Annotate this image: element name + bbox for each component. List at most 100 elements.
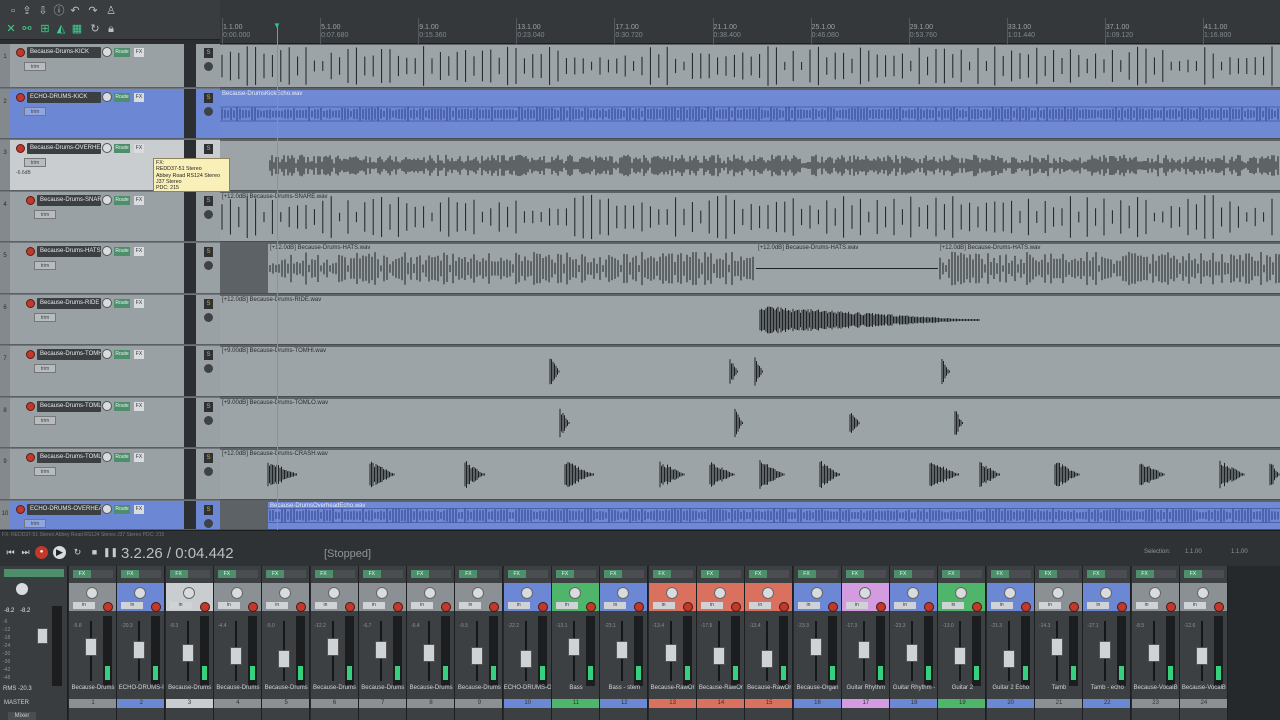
volume-fader[interactable] [229,647,242,665]
envelope-mode-button[interactable]: trim [34,416,56,425]
record-arm-button[interactable] [1020,602,1031,612]
envelope-mode-button[interactable]: trim [34,364,56,373]
record-button[interactable]: ● [35,546,48,559]
strip-name[interactable]: Because-RawOr [649,683,696,693]
strip-fx-slot[interactable]: FX [1135,570,1176,578]
input-button[interactable]: in [942,602,965,609]
save-project-icon[interactable]: ⇩ [36,5,50,18]
pan-knob[interactable] [810,587,823,599]
pan-knob[interactable] [327,587,340,599]
route-button[interactable]: Route [114,350,130,359]
record-arm-button[interactable] [103,602,113,612]
redo-icon[interactable]: ↷ [86,5,100,18]
strip-fx-button[interactable]: FX [459,570,478,578]
volume-knob[interactable] [102,143,112,153]
pan-knob[interactable] [569,587,581,599]
pan-knob[interactable] [713,587,726,599]
strip-fx-button[interactable]: FX [556,570,574,578]
strip-fx-button[interactable]: FX [411,570,430,578]
input-button[interactable]: in [652,602,675,609]
master-fx-button[interactable] [4,569,64,577]
mixer-tab[interactable]: Mixer [8,712,36,720]
pan-knob[interactable] [182,587,195,599]
volume-fader[interactable] [616,641,629,659]
strip-fx-slot[interactable]: FX [1183,570,1224,578]
track-name[interactable]: Because-Drums-KICK [27,47,101,58]
solo-button[interactable]: S [204,144,213,154]
media-item[interactable]: [+12.0dB] Because-Drums-HATS.wav [268,244,756,293]
input-button[interactable]: in [362,602,385,609]
strip-name[interactable]: ECHO-DRUMS-I [117,683,164,693]
lock-icon[interactable]: 🔒︎ [104,23,118,36]
track-name[interactable]: Because-Drums-SNARE [37,195,101,206]
strip-fx-slot[interactable]: FX [507,570,548,578]
track-name[interactable]: Because-Drums-TOMLO [37,401,101,412]
phase-button[interactable] [204,519,213,528]
input-button[interactable]: in [894,602,917,609]
input-button[interactable]: in [700,602,723,609]
strip-fx-slot[interactable]: FX [990,570,1031,578]
media-item[interactable]: [+12.0dB] Because-Drums-SNARE.wav [220,193,1280,241]
record-arm-button[interactable] [16,505,25,514]
solo-button[interactable]: S [204,247,213,257]
strip-name[interactable]: Guitar Rhythm - [890,683,937,693]
strip-fx-button[interactable]: FX [362,570,381,578]
stop-button[interactable]: ■ [88,546,101,559]
volume-fader[interactable] [278,650,291,668]
undo-icon[interactable]: ↶ [68,5,82,18]
grid-snap-icon[interactable]: ⊞ [38,23,52,36]
volume-fader[interactable] [1195,647,1208,665]
go-to-start-icon[interactable]: ⏮ [4,546,17,559]
strip-name[interactable]: Because-Drums [407,683,454,693]
input-button[interactable]: in [1183,602,1206,609]
record-arm-button[interactable] [16,48,25,57]
route-button[interactable]: Route [114,247,130,256]
volume-knob[interactable] [102,195,112,205]
record-arm-button[interactable] [26,299,35,308]
envelope-mode-button[interactable]: trim [34,210,56,219]
pan-knob[interactable] [375,587,388,599]
strip-fx-button[interactable]: FX [845,570,864,578]
track-header[interactable]: 1 Because-Drums-KICK Route FX trim S [0,44,220,88]
fx-button[interactable]: FX [134,196,144,205]
record-arm-button[interactable] [199,602,210,612]
strip-name[interactable]: Because-RawOr [697,683,744,693]
record-arm-button[interactable] [1069,602,1079,612]
track-header[interactable]: 5 Because-Drums-HATS Route FX trim S [0,243,220,294]
volume-fader[interactable] [761,650,774,668]
strip-fx-slot[interactable]: FX [1039,570,1079,578]
pan-knob[interactable] [230,587,243,599]
input-button[interactable]: in [217,602,240,609]
strip-fx-button[interactable]: FX [507,570,526,578]
track-header[interactable]: 10 ECHO-DRUMS-OVERHEAD Route FX trim S [0,501,220,530]
route-button[interactable]: Route [114,402,130,411]
route-button[interactable]: Route [114,93,130,102]
ripple-edit-icon[interactable]: ✕ [4,23,18,36]
new-project-icon[interactable]: ▫ [6,5,20,18]
strip-name[interactable]: ECHO-DRUMS-O [504,683,551,693]
track-header[interactable]: 6 Because-Drums-RIDE Route FX trim S [0,295,220,345]
strip-name[interactable]: Bass [552,683,599,693]
input-button[interactable]: in [314,602,337,609]
volume-fader[interactable] [1099,641,1112,659]
strip-fx-button[interactable]: FX [990,570,1009,578]
input-button[interactable]: in [1135,602,1158,609]
volume-fader[interactable] [423,644,436,662]
strip-fx-button[interactable]: FX [314,570,333,578]
volume-fader[interactable] [712,647,725,665]
strip-name[interactable]: Guitar 2 Echo [987,683,1034,693]
track-name[interactable]: Because-Drums-TOMLO [37,452,101,463]
master-volume-fader[interactable] [37,628,48,644]
strip-fx-button[interactable]: FX [652,570,671,578]
volume-fader[interactable] [181,644,194,662]
track-name[interactable]: ECHO-DRUMS-OVERHEAD [27,504,101,515]
track-header[interactable]: 4 Because-Drums-SNARE Route FX trim S [0,192,220,242]
strip-fx-button[interactable]: FX [1183,570,1202,578]
strip-name[interactable]: Because-Drums [359,683,406,693]
volume-knob[interactable] [102,349,112,359]
envelope-mode-button[interactable]: trim [34,467,56,476]
fx-button[interactable]: FX [134,505,144,514]
strip-fx-slot[interactable]: FX [411,570,452,578]
pan-knob[interactable] [424,587,437,599]
strip-fx-slot[interactable]: FX [652,570,693,578]
